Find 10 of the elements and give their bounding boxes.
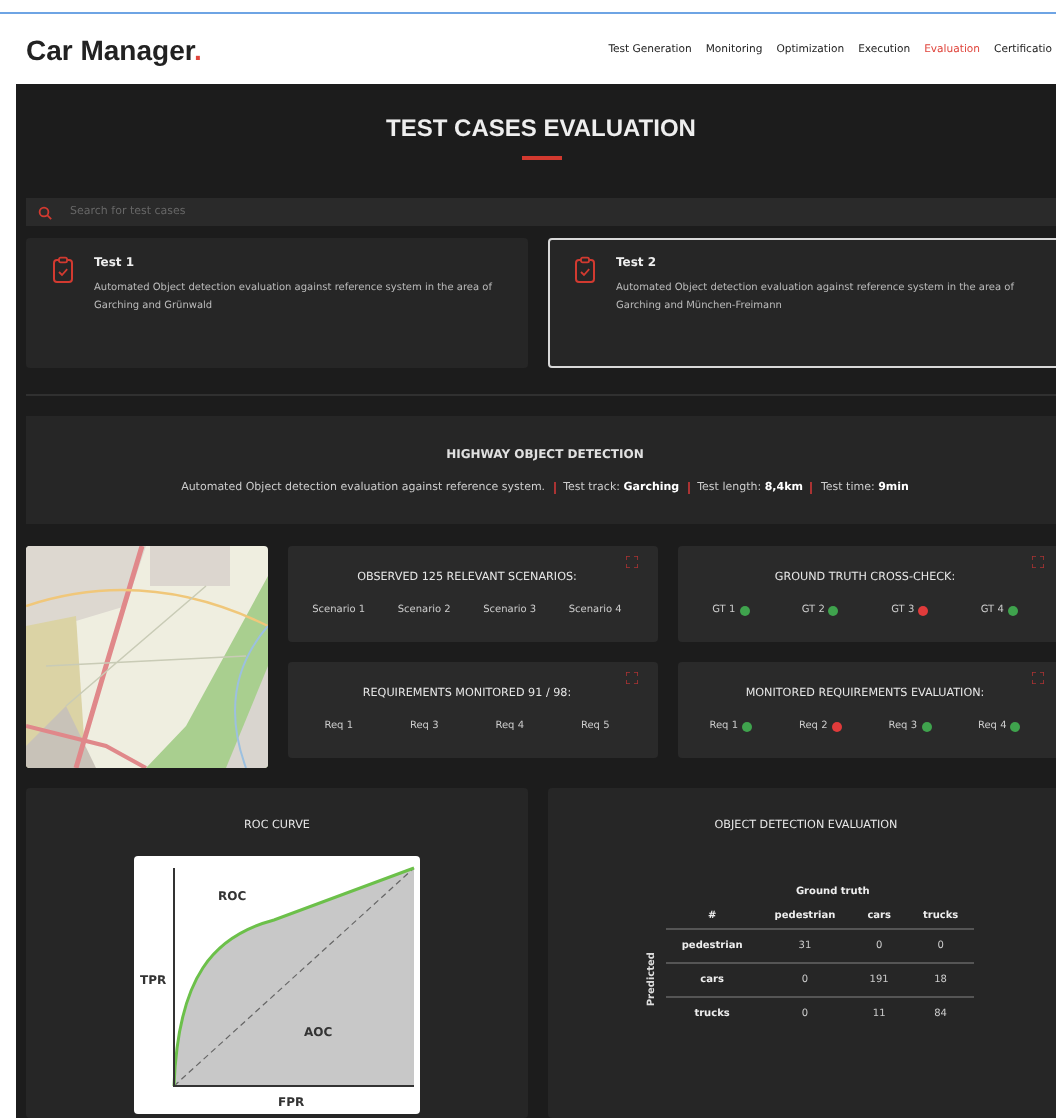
- expand-icon[interactable]: [1032, 672, 1044, 684]
- title-underline: [521, 156, 561, 160]
- page-title: TEST CASES EVALUATION: [386, 114, 696, 142]
- expand-icon[interactable]: [1032, 556, 1044, 568]
- expand-icon[interactable]: [626, 556, 638, 568]
- clipboard-check-icon: [574, 256, 596, 284]
- clipboard-check-icon: [52, 256, 74, 284]
- logo[interactable]: Car Manager.: [26, 33, 202, 65]
- expand-icon[interactable]: [626, 672, 638, 684]
- search-icon: [38, 205, 52, 219]
